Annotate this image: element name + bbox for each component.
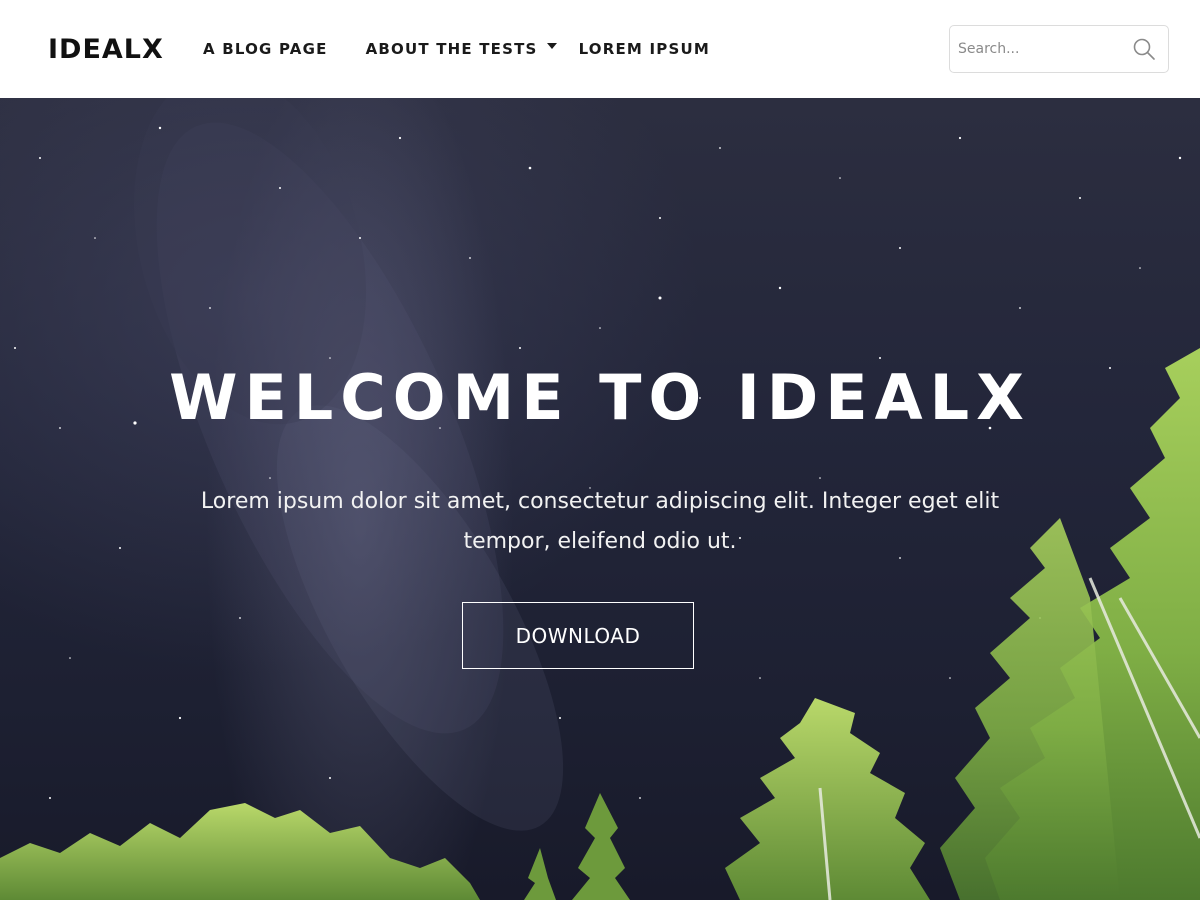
main-nav: A BLOG PAGE ABOUT THE TESTS LOREM IPSUM (203, 38, 710, 60)
hero-subtitle: Lorem ipsum dolor sit amet, consectetur … (200, 489, 1000, 554)
search-icon[interactable] (1132, 37, 1156, 61)
nav-item-label: LOREM IPSUM (578, 40, 710, 58)
nav-item-lorem-ipsum[interactable]: LOREM IPSUM (579, 38, 710, 60)
download-button[interactable]: DOWNLOAD (462, 602, 694, 669)
brand-logo[interactable]: IDEALX (48, 33, 164, 67)
search-box (949, 25, 1169, 73)
nav-item-label: ABOUT THE TESTS (365, 40, 538, 58)
hero-title: WELCOME TO IDEALX (169, 361, 1031, 434)
caret-down-icon (546, 43, 557, 49)
nav-item-blog-page[interactable]: A BLOG PAGE (203, 38, 328, 60)
hero-section: WELCOME TO IDEALX Lorem ipsum dolor sit … (0, 98, 1200, 900)
search-input[interactable] (950, 26, 1128, 72)
nav-item-about-the-tests[interactable]: ABOUT THE TESTS (366, 38, 557, 60)
nav-item-label: A BLOG PAGE (203, 40, 328, 58)
site-header: IDEALX A BLOG PAGE ABOUT THE TESTS LOREM… (0, 0, 1200, 98)
